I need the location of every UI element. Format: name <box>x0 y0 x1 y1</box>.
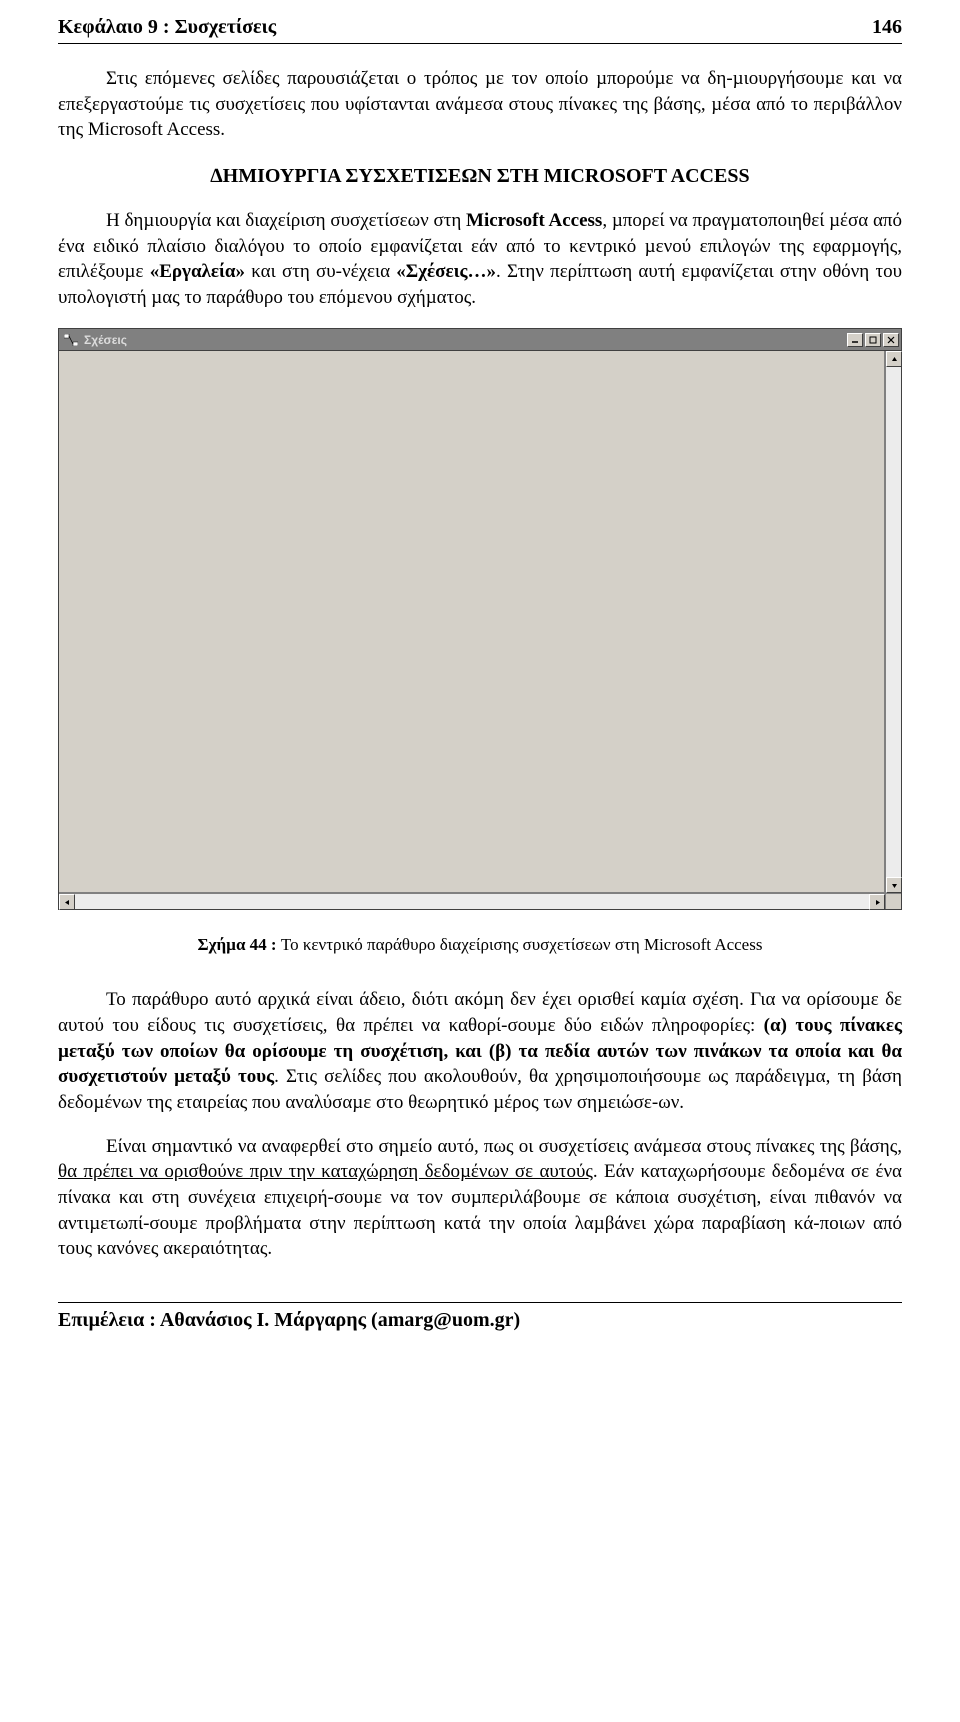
window-client-area <box>59 351 901 909</box>
page-number: 146 <box>872 14 902 41</box>
hscroll-track[interactable] <box>75 894 869 909</box>
para3-underline: θα πρέπει να ορισθούνε πριν την καταχώρη… <box>58 1161 593 1182</box>
para3-part-a: Είναι σηµαντικό να αναφερθεί στο σηµείο … <box>106 1136 902 1157</box>
paragraph-1: Η δηµιουργία και διαχείριση συσχετίσεων … <box>58 208 902 311</box>
close-button[interactable] <box>883 333 899 347</box>
window-titlebar[interactable]: Σχέσεις <box>59 329 901 351</box>
minimize-button[interactable] <box>847 333 863 347</box>
relationships-icon <box>63 333 79 347</box>
scroll-left-button[interactable] <box>59 894 75 910</box>
scroll-up-button[interactable] <box>886 351 902 367</box>
scroll-corner <box>885 893 901 909</box>
relationships-window: Σχέσεις <box>58 328 902 910</box>
figure-caption: Σχήµα 44 : Το κεντρικό παράθυρο διαχείρι… <box>58 934 902 957</box>
scroll-right-button[interactable] <box>869 894 885 910</box>
maximize-button[interactable] <box>865 333 881 347</box>
paragraph-3: Είναι σηµαντικό να αναφερθεί στο σηµείο … <box>58 1134 902 1262</box>
scroll-down-button[interactable] <box>886 877 902 893</box>
para1-bold-3: «Σχέσεις…» <box>396 261 496 282</box>
vertical-scrollbar[interactable] <box>885 351 901 893</box>
window-buttons <box>847 333 899 347</box>
relationships-canvas[interactable] <box>59 351 885 893</box>
window-title: Σχέσεις <box>84 332 847 348</box>
paragraph-2: Το παράθυρο αυτό αρχικά είναι άδειο, διό… <box>58 987 902 1115</box>
page-header: Κεφάλαιο 9 : Συσχετίσεις 146 <box>58 14 902 44</box>
para1-bold-1: Microsoft Access <box>466 210 602 231</box>
caption-text: Το κεντρικό παράθυρο διαχείρισης συσχετί… <box>281 935 763 954</box>
vscroll-track[interactable] <box>886 367 901 877</box>
chapter-title: Κεφάλαιο 9 : Συσχετίσεις <box>58 14 276 41</box>
section-heading: ∆ΗΜΙΟΥΡΓΙΑ ΣΥΣΧΕΤΙΣΕΩΝ ΣΤΗ MICROSOFT ACC… <box>58 163 902 190</box>
page-footer: Επιµέλεια : Αθανάσιος Ι. Μάργαρης (amarg… <box>58 1302 902 1334</box>
para1-bold-2: «Εργαλεία» <box>150 261 245 282</box>
horizontal-scrollbar[interactable] <box>59 893 885 909</box>
para1-part-e: και στη συ-νέχεια <box>245 261 396 282</box>
para1-part-a: Η δηµιουργία και διαχείριση συσχετίσεων … <box>106 210 466 231</box>
caption-prefix: Σχήµα 44 : <box>198 935 281 954</box>
intro-paragraph: Στις επόµενες σελίδες παρουσιάζεται ο τρ… <box>58 66 902 143</box>
